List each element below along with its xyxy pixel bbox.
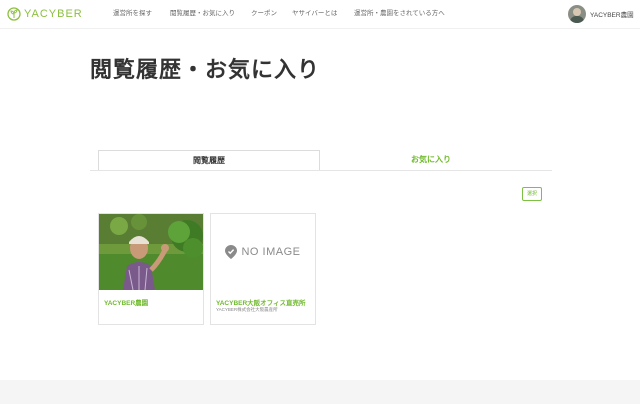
shop-card[interactable]: NO IMAGE YACYBER大阪オフィス直売所 YACYBER株式会社大阪農… [210,213,316,325]
logo-text: YACYBER [24,8,83,20]
user-menu[interactable]: YACYBER農園 [568,5,634,23]
footer [0,380,640,404]
site-header: YACYBER 運営所を探す 閲覧履歴・お気に入り クーポン ヤサイバーとは 運… [0,0,640,29]
user-name: YACYBER農園 [590,12,634,19]
tab-favorites[interactable]: お気に入り [320,150,542,170]
avatar [568,5,586,23]
tab-bar: 閲覧履歴 お気に入り [90,150,552,171]
tab-history[interactable]: 閲覧履歴 [98,150,320,170]
card-title: YACYBER大阪オフィス直売所 [216,300,306,307]
nav-for-farmers[interactable]: 運営所・農園をされている方へ [354,10,445,18]
leaf-logo-icon [7,7,21,21]
nav-about[interactable]: ヤサイバーとは [292,10,337,18]
nav-find-shop[interactable]: 運営所を探す [113,10,152,18]
shop-card[interactable]: YACYBER農園 [98,213,204,325]
logo[interactable]: YACYBER [7,7,83,21]
nav-coupon[interactable]: クーポン [251,10,277,18]
card-subtitle: YACYBER株式会社大阪農産所 [216,307,278,312]
no-image-placeholder: NO IMAGE [211,214,315,290]
card-title: YACYBER農園 [104,300,149,307]
farmer-photo [99,214,203,290]
no-image-icon [225,245,238,259]
page-title: 閲覧履歴・お気に入り [90,57,321,82]
no-image-text: NO IMAGE [241,246,301,258]
nav-history-favorites[interactable]: 閲覧履歴・お気に入り [170,10,235,18]
select-button[interactable]: 選択 [522,187,542,201]
